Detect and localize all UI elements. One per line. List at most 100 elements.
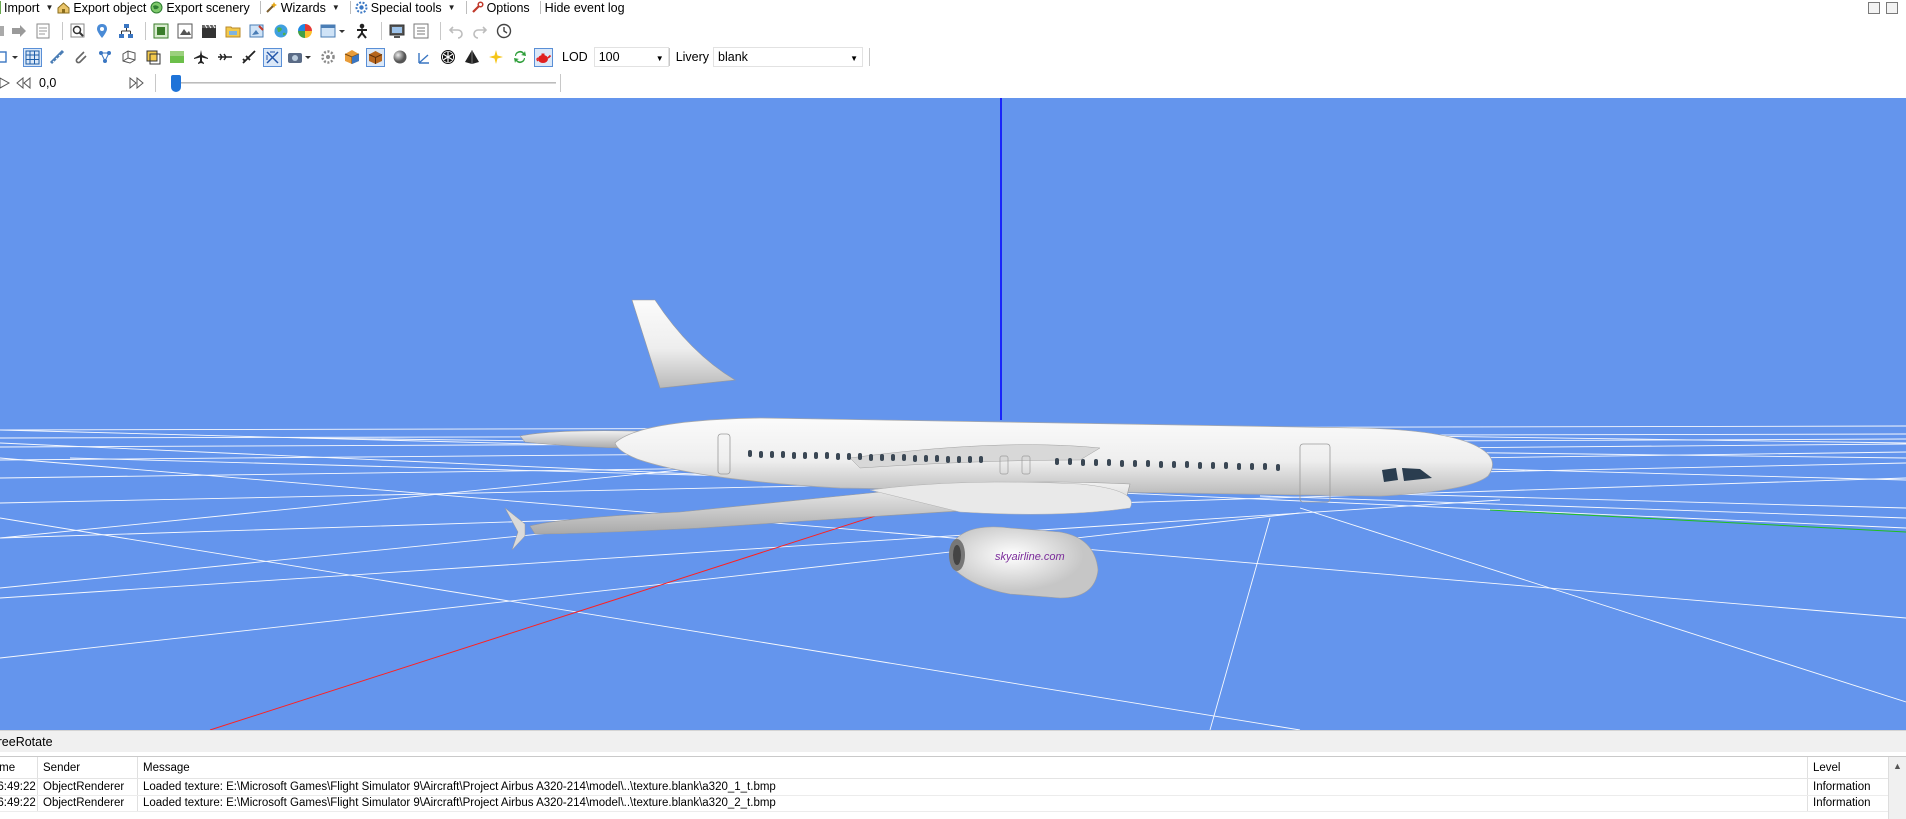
menu-options[interactable]: Options bbox=[471, 0, 534, 15]
bounding-box-icon[interactable] bbox=[143, 48, 162, 67]
monitor-icon[interactable] bbox=[387, 22, 406, 41]
sparkle-icon[interactable] bbox=[486, 48, 505, 67]
column-header-time[interactable]: Time bbox=[0, 757, 38, 778]
menu-hide-event-log-label: Hide event log bbox=[544, 0, 625, 15]
checker-ball-icon[interactable] bbox=[438, 48, 457, 67]
table-row[interactable]: 16:49:22 ObjectRenderer Loaded texture: … bbox=[0, 795, 1906, 812]
window-dropdown-icon[interactable] bbox=[319, 22, 347, 41]
toolbar-separator bbox=[62, 22, 63, 40]
menu-separator bbox=[539, 1, 541, 14]
menu-wizards[interactable]: Wizards ▼ bbox=[265, 0, 344, 15]
layout-icon[interactable] bbox=[1868, 1, 1880, 14]
view-toolbar: LOD 100 ▼ Livery blank ▼ bbox=[0, 44, 1906, 70]
mode-status-bar: FreeRotate bbox=[0, 730, 1906, 752]
layout-alt-icon[interactable] bbox=[1886, 1, 1898, 14]
wand-icon bbox=[265, 1, 278, 14]
folder-image-icon[interactable] bbox=[223, 22, 242, 41]
grid-toggle-icon[interactable] bbox=[23, 47, 42, 67]
globe-icon[interactable] bbox=[271, 22, 290, 41]
column-header-sender[interactable]: Sender bbox=[38, 757, 138, 778]
clapperboard-icon[interactable] bbox=[199, 22, 218, 41]
lod-label: LOD bbox=[562, 50, 588, 64]
column-header-level[interactable]: Level bbox=[1808, 757, 1886, 778]
paperclip-icon[interactable] bbox=[71, 48, 90, 67]
color-wheel-icon[interactable] bbox=[295, 22, 314, 41]
chevron-down-icon: ▼ bbox=[850, 54, 859, 63]
sphere-icon[interactable] bbox=[390, 48, 409, 67]
teapot-icon[interactable] bbox=[534, 47, 553, 67]
hierarchy-icon[interactable] bbox=[116, 22, 135, 41]
forward-icon[interactable] bbox=[9, 22, 28, 41]
toolbar-separator bbox=[145, 22, 146, 40]
undo-icon[interactable] bbox=[446, 22, 465, 41]
location-pin-icon[interactable] bbox=[92, 22, 111, 41]
toolbar-separator bbox=[440, 22, 441, 40]
runway-icon[interactable] bbox=[215, 48, 234, 67]
wireframe-icon[interactable] bbox=[119, 48, 138, 67]
lod-select[interactable]: 100 ▼ bbox=[593, 47, 669, 67]
jet-icon[interactable] bbox=[239, 48, 258, 67]
image-edit-icon[interactable] bbox=[247, 22, 266, 41]
settings-cog-icon[interactable] bbox=[318, 48, 337, 67]
texture-toggle-icon[interactable] bbox=[263, 47, 282, 67]
chevron-down-icon[interactable]: ▼ bbox=[45, 3, 53, 12]
ground-icon[interactable] bbox=[167, 48, 186, 67]
cell-sender: ObjectRenderer bbox=[38, 779, 138, 795]
cell-level: Information bbox=[1813, 797, 1871, 810]
grid-select-icon[interactable] bbox=[151, 22, 170, 41]
document-icon[interactable] bbox=[33, 22, 52, 41]
cell-level: Information bbox=[1813, 780, 1871, 793]
slider-thumb[interactable] bbox=[171, 75, 181, 92]
table-row[interactable]: 16:49:22 ObjectRenderer Loaded texture: … bbox=[0, 779, 1906, 796]
axis-icon[interactable] bbox=[414, 48, 433, 67]
toolbar-separator bbox=[668, 48, 670, 66]
play-icon[interactable] bbox=[0, 74, 10, 93]
measure-icon[interactable] bbox=[47, 48, 66, 67]
livery-select-value: blank bbox=[718, 50, 748, 64]
person-icon[interactable] bbox=[352, 22, 371, 41]
column-header-message[interactable]: Message bbox=[138, 757, 1808, 778]
scene-svg: skyairline.com bbox=[0, 98, 1906, 730]
3d-viewport[interactable]: skyairline.com bbox=[0, 98, 1906, 730]
picture-icon[interactable] bbox=[175, 22, 194, 41]
airplane-icon[interactable] bbox=[191, 48, 210, 67]
clock-icon[interactable] bbox=[494, 22, 513, 41]
event-log-scrollbar[interactable]: ▲ bbox=[1888, 757, 1906, 819]
toolbar-separator bbox=[869, 48, 871, 66]
mode-label: FreeRotate bbox=[0, 734, 53, 749]
menu-bar: Import ▼ Export object Export scenery Wi… bbox=[0, 0, 1906, 15]
redo-icon[interactable] bbox=[470, 22, 489, 41]
export-object-icon bbox=[57, 1, 70, 14]
list-panel-icon[interactable] bbox=[411, 22, 430, 41]
refresh-icon[interactable] bbox=[510, 48, 529, 67]
export-scenery-icon bbox=[150, 1, 163, 14]
magnifier-icon[interactable] bbox=[68, 22, 87, 41]
menu-import-label: Import bbox=[4, 0, 40, 15]
livery-select[interactable]: blank ▼ bbox=[713, 47, 864, 67]
chevron-down-icon[interactable]: ▼ bbox=[332, 3, 340, 12]
cell-sender: ObjectRenderer bbox=[38, 795, 138, 811]
zoom-extents-icon[interactable] bbox=[0, 48, 18, 67]
fast-forward-icon[interactable] bbox=[129, 74, 145, 93]
chevron-down-icon[interactable]: ▼ bbox=[448, 3, 456, 12]
pyramid-icon[interactable] bbox=[462, 48, 481, 67]
menu-special-tools[interactable]: Special tools ▼ bbox=[355, 0, 460, 15]
menu-hide-event-log[interactable]: Hide event log bbox=[545, 0, 629, 15]
animation-slider[interactable] bbox=[171, 73, 556, 93]
camera-dropdown-icon[interactable] bbox=[287, 48, 313, 67]
textured-cube-icon[interactable] bbox=[366, 47, 385, 67]
menu-export-scenery[interactable]: Export scenery bbox=[150, 0, 253, 15]
rewind-icon[interactable] bbox=[15, 74, 31, 93]
frame-input-value: 0,0 bbox=[39, 76, 57, 90]
nodes-icon[interactable] bbox=[95, 48, 114, 67]
event-log-header: Time Sender Message Level bbox=[0, 757, 1906, 779]
import-icon bbox=[0, 1, 1, 14]
menu-import[interactable]: Import ▼ bbox=[0, 0, 57, 15]
frame-input[interactable]: 0,0 bbox=[36, 73, 91, 93]
menu-separator bbox=[349, 1, 351, 14]
menu-separator bbox=[465, 1, 467, 14]
material-cube-icon[interactable] bbox=[342, 48, 361, 67]
scroll-up-icon[interactable]: ▲ bbox=[1889, 761, 1906, 771]
menu-export-object[interactable]: Export object bbox=[57, 0, 150, 15]
back-icon[interactable] bbox=[0, 22, 4, 41]
